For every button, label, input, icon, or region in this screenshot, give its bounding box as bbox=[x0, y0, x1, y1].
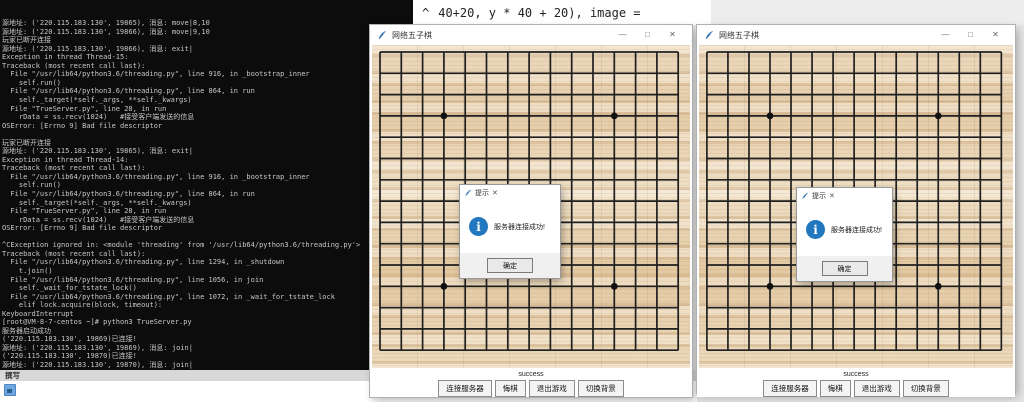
editor-caret: ^ bbox=[422, 6, 429, 20]
terminal-line: 源地址: ('220.115.183.130', 19866), 消息: mov… bbox=[2, 28, 413, 37]
maximize-button[interactable]: □ bbox=[958, 25, 983, 45]
terminal-line: ^CException ignored in: <module 'threadi… bbox=[2, 241, 413, 250]
terminal-line: 源地址: ('220.115.183.130', 19865), 消息: mov… bbox=[2, 19, 413, 28]
terminal-line: File "/usr/lib64/python3.6/threading.py"… bbox=[2, 70, 413, 79]
terminal-line: 玩家已断开连接 bbox=[2, 36, 413, 45]
terminal-line: OSError: [Errno 9] Bad file descriptor bbox=[2, 224, 413, 233]
terminal-line: Exception in thread Thread-14: bbox=[2, 156, 413, 165]
exit-game-button[interactable]: 退出游戏 bbox=[529, 380, 575, 397]
message-dialog: 提示 ✕ i 服务器连接成功! 确定 bbox=[797, 188, 892, 281]
terminal-line: 玩家已断开连接 bbox=[2, 139, 413, 148]
terminal-line: ('220.115.183.130', 19869)已连接! bbox=[2, 335, 413, 344]
status-label: success bbox=[518, 371, 543, 378]
terminal-line: 源地址: ('220.115.183.130', 19866), 消息: exi… bbox=[2, 45, 413, 54]
window-bottom-bar: success 连接服务器 悔棋 退出游戏 切换背景 bbox=[370, 368, 692, 397]
ok-button[interactable]: 确定 bbox=[487, 258, 533, 273]
dialog-close-icon[interactable]: ✕ bbox=[829, 192, 835, 200]
terminal-line: Traceback (most recent call last): bbox=[2, 250, 413, 259]
editor-code-text: 40+20, y * 40 + 20), image = bbox=[438, 6, 640, 20]
terminal-line: t.join() bbox=[2, 267, 413, 276]
compose-tab-label: 撰写 bbox=[5, 370, 20, 381]
terminal-line: self._target(*self._args, **self._kwargs… bbox=[2, 96, 413, 105]
exit-game-button[interactable]: 退出游戏 bbox=[854, 380, 900, 397]
terminal-line: File "/usr/lib64/python3.6/threading.py"… bbox=[2, 258, 413, 267]
terminal-line: Exception in thread Thread-15: bbox=[2, 53, 413, 62]
connect-server-button[interactable]: 连接服务器 bbox=[438, 380, 492, 397]
feather-app-icon bbox=[377, 30, 387, 40]
dialog-close-icon[interactable]: ✕ bbox=[492, 189, 498, 197]
maximize-button[interactable]: □ bbox=[635, 25, 660, 45]
terminal-output: 源地址: ('220.115.183.130', 19865), 消息: mov… bbox=[2, 19, 413, 370]
desktop-background bbox=[711, 0, 1024, 25]
undo-move-button[interactable]: 悔棋 bbox=[820, 380, 851, 397]
connect-server-button[interactable]: 连接服务器 bbox=[763, 380, 817, 397]
terminal-line: File "/usr/lib64/python3.6/threading.py"… bbox=[2, 190, 413, 199]
minimize-button[interactable]: — bbox=[610, 25, 635, 45]
status-label: success bbox=[843, 371, 868, 378]
window-titlebar[interactable]: 网络五子棋 — □ ✕ bbox=[370, 25, 692, 45]
terminal-line: Traceback (most recent call last): bbox=[2, 164, 413, 173]
info-icon: i bbox=[469, 217, 488, 236]
close-button[interactable]: ✕ bbox=[983, 25, 1008, 45]
switch-background-button[interactable]: 切换背景 bbox=[578, 380, 624, 397]
terminal-line: [root@VM-8-7-centos ~]# python3 TrueServ… bbox=[2, 318, 413, 327]
terminal-line: ('220.115.183.130', 19870)已连接! bbox=[2, 352, 413, 361]
terminal-line: 源地址: ('220.115.183.130', 19865), 消息: exi… bbox=[2, 147, 413, 156]
terminal-line: elif lock.acquire(block, timeout): bbox=[2, 301, 413, 310]
terminal-line: Traceback (most recent call last): bbox=[2, 62, 413, 71]
gomoku-window-1: 网络五子棋 — □ ✕ success 连接服务器 悔棋 退出游戏 切换背景 提… bbox=[370, 25, 692, 397]
terminal-line: File "/usr/lib64/python3.6/threading.py"… bbox=[2, 87, 413, 96]
ok-button[interactable]: 确定 bbox=[822, 261, 868, 276]
terminal-line: rData = ss.recv(1024) #接受客户端发送的信息 bbox=[2, 113, 413, 122]
terminal-line bbox=[2, 233, 413, 242]
window-titlebar[interactable]: 网络五子棋 — □ ✕ bbox=[697, 25, 1015, 45]
code-editor-strip[interactable]: ^ 40+20, y * 40 + 20), image = bbox=[413, 0, 711, 25]
terminal-line: rData = ss.recv(1024) #接受客户端发送的信息 bbox=[2, 216, 413, 225]
dialog-title: 提示 bbox=[475, 188, 489, 198]
terminal-line: 源地址: ('220.115.183.130', 19870), 消息: joi… bbox=[2, 361, 413, 370]
terminal-line: File "/usr/lib64/python3.6/threading.py"… bbox=[2, 293, 413, 302]
terminal-line: self.run() bbox=[2, 79, 413, 88]
file-thumbnail-icon[interactable] bbox=[4, 384, 16, 396]
terminal-line bbox=[2, 130, 413, 139]
close-button[interactable]: ✕ bbox=[660, 25, 685, 45]
window-title: 网络五子棋 bbox=[392, 30, 610, 41]
terminal-line: File "/usr/lib64/python3.6/threading.py"… bbox=[2, 276, 413, 285]
message-dialog: 提示 ✕ i 服务器连接成功! 确定 bbox=[460, 185, 560, 278]
info-icon: i bbox=[806, 220, 825, 239]
switch-background-button[interactable]: 切换背景 bbox=[903, 380, 949, 397]
feather-app-icon bbox=[801, 192, 809, 200]
dialog-message: 服务器连接成功! bbox=[494, 222, 545, 232]
gomoku-window-2: 网络五子棋 — □ ✕ success 连接服务器 悔棋 退出游戏 切换背景 提… bbox=[697, 25, 1015, 393]
dialog-titlebar[interactable]: 提示 ✕ bbox=[797, 188, 892, 203]
terminal[interactable]: 源地址: ('220.115.183.130', 19865), 消息: mov… bbox=[0, 0, 413, 370]
undo-move-button[interactable]: 悔棋 bbox=[495, 380, 526, 397]
dialog-titlebar[interactable]: 提示 ✕ bbox=[460, 185, 560, 200]
terminal-line: KeyboardInterrupt bbox=[2, 310, 413, 319]
minimize-button[interactable]: — bbox=[933, 25, 958, 45]
dialog-message: 服务器连接成功! bbox=[831, 225, 882, 235]
terminal-line: self._wait_for_tstate_lock() bbox=[2, 284, 413, 293]
terminal-line: File "/usr/lib64/python3.6/threading.py"… bbox=[2, 173, 413, 182]
terminal-line: self.run() bbox=[2, 181, 413, 190]
feather-app-icon bbox=[464, 189, 472, 197]
feather-app-icon bbox=[704, 30, 714, 40]
terminal-line: OSError: [Errno 9] Bad file descriptor bbox=[2, 122, 413, 131]
window-title: 网络五子棋 bbox=[719, 30, 933, 41]
dialog-title: 提示 bbox=[812, 191, 826, 201]
window-bottom-bar: success 连接服务器 悔棋 退出游戏 切换背景 bbox=[697, 368, 1015, 397]
terminal-line: File "TrueServer.py", line 28, in run bbox=[2, 207, 413, 216]
terminal-line: File "TrueServer.py", line 28, in run bbox=[2, 105, 413, 114]
terminal-line: self._target(*self._args, **self._kwargs… bbox=[2, 199, 413, 208]
